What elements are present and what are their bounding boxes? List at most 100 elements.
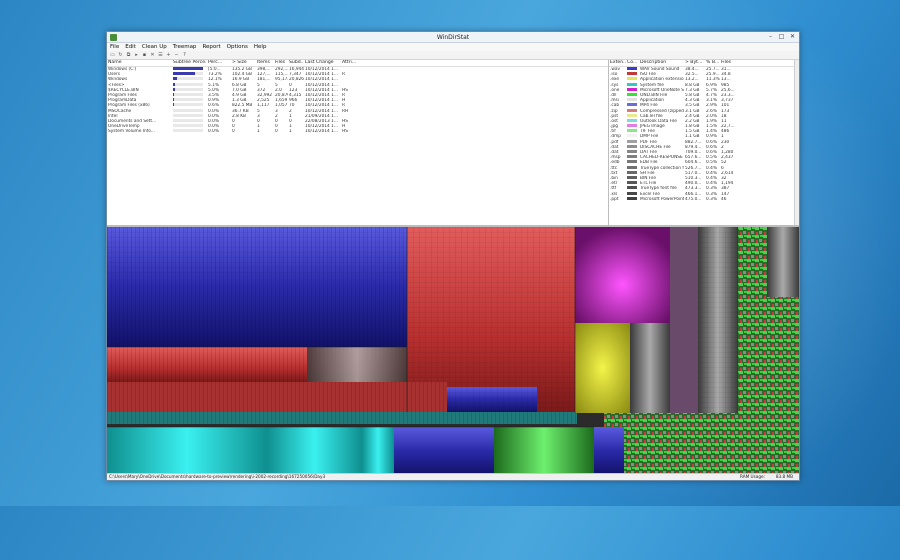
col-percent-bytes[interactable]: % B... (705, 60, 720, 66)
tree-header: Name Subtree Perce... Perc... > Size Ite… (107, 60, 608, 67)
color-swatch (627, 77, 637, 81)
color-swatch (627, 170, 637, 174)
subtree-percent-bar (173, 77, 203, 81)
tree-row[interactable]: System Volume Info... 0.0% 0 1 0 1 10/12/2014 … (107, 129, 608, 134)
color-swatch (627, 129, 637, 133)
col-color[interactable]: Co... (626, 60, 639, 66)
ext-cell-bytes: 475.0... (685, 196, 702, 202)
menu-clean-up[interactable]: Clean Up (142, 43, 167, 51)
directory-tree[interactable]: Name Subtree Perce... Perc... > Size Ite… (107, 60, 609, 225)
subtree-percent-bar (173, 113, 203, 117)
color-swatch (627, 92, 637, 96)
col-percent[interactable]: Perc... (207, 60, 231, 66)
color-swatch (627, 191, 637, 195)
col-size[interactable]: > Size (231, 60, 256, 66)
col-items[interactable]: Items (256, 60, 274, 66)
ext-cell-description: Microsoft PowerPoint ... (640, 196, 684, 202)
tree-cell-subtree-bar (172, 129, 207, 134)
tree-cell-percent: 0.0% (208, 129, 219, 135)
color-swatch (627, 118, 637, 122)
color-swatch (627, 124, 637, 128)
col-files[interactable]: Files (274, 60, 288, 66)
maximize-button[interactable]: □ (777, 33, 786, 40)
menu-edit[interactable]: Edit (125, 43, 136, 51)
subtree-percent-bar (173, 67, 203, 70)
windirstat-window: WinDirStat – □ ✕ File Edit Clean Up Tree… (106, 31, 800, 481)
color-swatch (627, 108, 637, 112)
subtree-percent-bar (173, 82, 203, 86)
menu-bar: File Edit Clean Up Treemap Report Option… (107, 43, 799, 51)
color-swatch (627, 155, 637, 159)
extension-row[interactable]: .ppt Microsoft PowerPoint ...475.0... 0.3%… (609, 196, 799, 202)
ext-header: Exten... Co... Description > Byt... % B.… (609, 60, 799, 67)
subtree-percent-bar (173, 98, 203, 102)
color-swatch (627, 160, 637, 164)
menu-options[interactable]: Options (227, 43, 248, 51)
col-subdirs[interactable]: Subd... (288, 60, 304, 66)
subtree-percent-bar (173, 124, 203, 128)
col-attributes[interactable]: Attri... (341, 60, 362, 66)
minimize-button[interactable]: – (766, 33, 775, 40)
color-swatch (627, 165, 637, 169)
subtree-percent-bar (173, 118, 203, 122)
color-swatch (627, 196, 637, 200)
tree-cell-subdirs: 1 (289, 129, 292, 135)
properties-icon[interactable]: ☰ (158, 52, 163, 58)
color-swatch (627, 113, 637, 117)
help-icon[interactable]: ? (182, 52, 187, 58)
open-icon[interactable]: ▭ (110, 52, 115, 58)
toolbar: ▭ ↻ ⧉ ▸ ▪ ✕ ☰ + − ? (107, 51, 799, 60)
ext-scrollbar[interactable] (794, 60, 799, 225)
ram-usage-label: RAM Usage: (739, 474, 765, 479)
tree-cell-last-change: 10/12/2014 1... (305, 129, 338, 135)
refresh-icon[interactable]: ↻ (118, 52, 123, 58)
menu-help[interactable]: Help (254, 43, 267, 51)
status-bar: C:\Users\Mary\OneDrive\Documents\hardwar… (107, 473, 799, 480)
color-swatch (627, 103, 637, 107)
color-swatch (627, 72, 637, 76)
subtree-percent-bar (173, 108, 203, 112)
zoom-out-icon[interactable]: − (174, 52, 179, 58)
col-description[interactable]: Description (639, 60, 684, 66)
col-name[interactable]: Name (107, 60, 172, 66)
treemap[interactable] (107, 227, 799, 473)
color-swatch (627, 67, 637, 70)
menu-file[interactable]: File (110, 43, 119, 51)
subtree-percent-bar (173, 87, 203, 91)
subtree-percent-bar (173, 103, 203, 107)
window-title: WinDirStat (436, 33, 470, 41)
color-swatch (627, 139, 637, 143)
zoom-in-icon[interactable]: + (166, 52, 171, 58)
cmd-icon[interactable]: ▪ (142, 52, 147, 58)
ram-usage-value: 83.8 MB (775, 474, 793, 479)
subtree-percent-bar (173, 129, 203, 133)
ext-cell-files: 46 (721, 196, 727, 202)
tree-cell-size: 0 (232, 129, 235, 135)
color-swatch (627, 98, 637, 102)
explorer-icon[interactable]: ▸ (134, 52, 139, 58)
ext-cell-percent: 0.3% (706, 196, 717, 202)
color-swatch (627, 134, 637, 138)
col-subtree-percent[interactable]: Subtree Perce... (172, 60, 207, 66)
copy-icon[interactable]: ⧉ (126, 52, 131, 58)
col-extension[interactable]: Exten... (609, 60, 626, 66)
tree-cell-files: 0 (275, 129, 278, 135)
treemap-block-one[interactable] (575, 227, 670, 323)
menu-report[interactable]: Report (202, 43, 220, 51)
col-ext-files[interactable]: Files (720, 60, 737, 66)
menu-treemap[interactable]: Treemap (173, 43, 197, 51)
close-button[interactable]: ✕ (788, 33, 797, 40)
extension-list[interactable]: Exten... Co... Description > Byt... % B.… (609, 60, 799, 225)
color-swatch (627, 181, 637, 185)
color-swatch (627, 82, 637, 86)
tree-cell-name: System Volume Info... (108, 129, 155, 135)
color-swatch (627, 87, 637, 91)
color-swatch (627, 144, 637, 148)
col-last-change[interactable]: Last Change (304, 60, 341, 66)
treemap-block-exe[interactable] (575, 323, 630, 413)
delete-icon[interactable]: ✕ (150, 52, 155, 58)
col-bytes[interactable]: > Byt... (684, 60, 705, 66)
treemap-canvas[interactable] (107, 227, 799, 473)
ext-cell-extension: .ppt (610, 196, 619, 202)
color-swatch (627, 150, 637, 153)
